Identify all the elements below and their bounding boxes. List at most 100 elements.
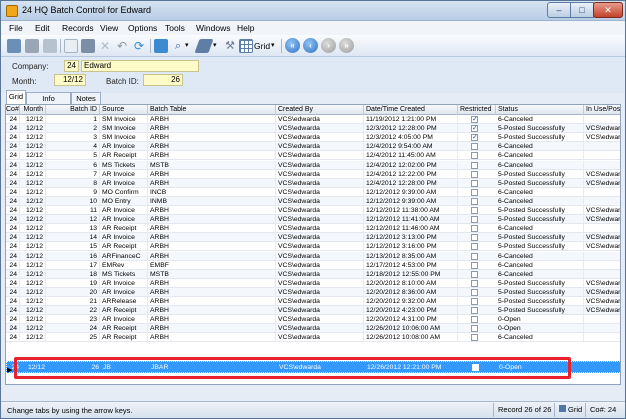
menu-file[interactable]: File xyxy=(9,23,23,33)
undo-icon[interactable]: ↶ xyxy=(115,39,129,53)
table-row[interactable]: 24 12/12 13 AR Receipt ARBH VCS\edwarda 12/12/… xyxy=(6,224,620,234)
table-row[interactable]: 24 12/12 4 AR Invoice ARBH VCS\edwarda 12/4/20… xyxy=(6,142,620,152)
restricted-checkbox[interactable]: ✓ xyxy=(471,134,478,142)
refresh-icon[interactable]: ⟳ xyxy=(132,39,146,53)
menu-windows[interactable]: Windows xyxy=(196,23,230,33)
table-row[interactable]: 24 12/12 18 MS Tickets MSTB VCS\edwarda 12/18/… xyxy=(6,269,620,279)
restricted-checkbox[interactable] xyxy=(471,170,478,178)
column-header-batch-table[interactable]: Batch Table xyxy=(148,105,276,115)
chevron-down-icon[interactable]: ▾ xyxy=(185,39,193,53)
next-record-button[interactable]: › xyxy=(321,38,336,53)
table-row[interactable]: 24 12/12 9 MO Confirm INCB VCS\edwarda 12/12/2… xyxy=(6,187,620,197)
table-row[interactable]: 24 12/12 25 AR Receipt ARBH VCS\edwarda 12/26/… xyxy=(6,333,620,343)
restricted-checkbox[interactable] xyxy=(471,161,478,169)
restricted-checkbox[interactable] xyxy=(471,316,478,324)
column-header-source[interactable]: Source xyxy=(100,105,148,115)
table-row[interactable]: 24 12/12 17 EMRev EMBF VCS\edwarda 12/17/2012 … xyxy=(6,260,620,270)
table-row[interactable]: 24 12/12 8 AR Invoice ARBH VCS\edwarda 12/4/20… xyxy=(6,178,620,188)
binoculars-icon[interactable] xyxy=(25,39,39,53)
restricted-checkbox[interactable] xyxy=(471,188,478,196)
table-row[interactable]: 24 12/12 6 MS Tickets MSTB VCS\edwarda 12/4/20… xyxy=(6,160,620,170)
restricted-checkbox[interactable] xyxy=(471,288,478,296)
attachment-icon[interactable]: ⌕ xyxy=(171,39,185,53)
column-header-date-created[interactable]: Date/Time Created xyxy=(364,105,458,115)
restricted-checkbox[interactable] xyxy=(471,252,478,260)
chevron-down-icon[interactable]: ▾ xyxy=(271,39,279,53)
menu-records[interactable]: Records xyxy=(62,23,94,33)
restricted-checkbox[interactable] xyxy=(471,179,478,187)
exit-icon[interactable] xyxy=(7,39,21,53)
table-row[interactable]: 24 12/12 23 AR Invoice ARBH VCS\edwarda 12/20/… xyxy=(6,315,620,325)
restricted-checkbox[interactable] xyxy=(471,325,478,333)
cell-date-created: 11/19/2012 1:21:00 PM xyxy=(364,115,458,124)
grid-view-label[interactable]: Grid xyxy=(254,41,270,51)
restricted-checkbox[interactable] xyxy=(471,143,478,151)
print-icon[interactable] xyxy=(43,39,57,53)
column-header-co[interactable]: Co# xyxy=(6,105,20,115)
table-row[interactable]: 24 12/12 3 SM Invoice ARBH VCS\edwarda 12/3/20… xyxy=(6,133,620,143)
table-row[interactable]: 24 12/12 22 AR Receipt ARBH VCS\edwarda 12/20/… xyxy=(6,306,620,316)
table-row[interactable]: 24 12/12 11 AR Invoice ARBH VCS\edwarda 12/12/… xyxy=(6,206,620,216)
menu-edit[interactable]: Edit xyxy=(35,23,50,33)
table-row[interactable]: 24 12/12 21 ARRelease ARBH VCS\edwarda 12/20/2… xyxy=(6,297,620,307)
cell-source: AR Receipt xyxy=(100,242,148,252)
tab-grid[interactable]: Grid xyxy=(6,90,26,105)
menu-tools[interactable]: Tools xyxy=(165,23,185,33)
restricted-checkbox[interactable] xyxy=(471,334,478,342)
table-row[interactable]: 24 12/12 12 AR Invoice ARBH VCS\edwarda 12/12/… xyxy=(6,215,620,225)
table-row[interactable]: 24 12/12 7 AR Invoice ARBH VCS\edwarda 12/4/20… xyxy=(6,169,620,179)
batch-grid[interactable]: Co# Month Batch ID Source Batch Table Created… xyxy=(5,104,621,385)
restricted-checkbox[interactable]: ✓ xyxy=(471,125,478,133)
filter-icon[interactable] xyxy=(194,39,214,53)
restricted-checkbox[interactable] xyxy=(471,298,478,305)
grid-view-icon[interactable] xyxy=(239,39,253,53)
column-header-status[interactable]: Status xyxy=(496,105,584,115)
restricted-checkbox[interactable] xyxy=(471,243,478,251)
table-row[interactable]: 24 12/12 2 SM Invoice ARBH VCS\edwarda 12/3/20… xyxy=(6,124,620,134)
table-row[interactable]: 24 12/12 10 MO Entry INMB VCS\edwarda 12/12/20… xyxy=(6,196,620,206)
month-field[interactable]: 12/12 xyxy=(54,74,86,86)
chevron-down-icon[interactable]: ▾ xyxy=(213,39,221,53)
restricted-checkbox[interactable] xyxy=(471,234,478,242)
menu-help[interactable]: Help xyxy=(237,23,254,33)
previous-record-button[interactable]: ‹ xyxy=(303,38,318,53)
close-button[interactable]: ✕ xyxy=(593,2,623,18)
restricted-checkbox[interactable] xyxy=(471,207,478,214)
batch-id-field[interactable]: 26 xyxy=(143,74,183,86)
maximize-button[interactable]: □ xyxy=(570,2,594,18)
restricted-checkbox[interactable] xyxy=(471,270,478,278)
first-record-button[interactable]: « xyxy=(285,38,300,53)
table-row[interactable]: 24 12/12 16 ARFinanceC ARBH VCS\edwarda 12/13/… xyxy=(6,251,620,261)
notes-icon[interactable] xyxy=(154,39,168,53)
restricted-checkbox[interactable] xyxy=(471,216,478,224)
cell-batch-table: ARBH xyxy=(148,315,276,325)
table-row[interactable]: 24 12/12 15 AR Receipt ARBH VCS\edwarda 12/12/… xyxy=(6,242,620,252)
restricted-checkbox[interactable] xyxy=(471,261,478,269)
table-row[interactable]: 24 12/12 20 AR Invoice ARBH VCS\edwarda 12/20/… xyxy=(6,287,620,297)
last-record-button[interactable]: » xyxy=(339,38,354,53)
restricted-checkbox[interactable]: ✓ xyxy=(471,116,478,123)
column-header-batch-id[interactable]: Batch ID xyxy=(46,105,100,115)
restricted-checkbox[interactable] xyxy=(471,279,478,287)
company-field[interactable]: 24 xyxy=(64,60,79,72)
table-row[interactable]: 24 12/12 5 AR Receipt ARBH VCS\edwarda 12/4/20… xyxy=(6,151,620,161)
column-header-restricted[interactable]: Restricted xyxy=(458,105,496,115)
table-row[interactable]: 24 12/12 1 SM Invoice ARBH VCS\edwarda 11/19/2… xyxy=(6,115,620,125)
table-row[interactable]: 24 12/12 14 AR Invoice ARBH VCS\edwarda 12/12/… xyxy=(6,233,620,243)
table-row[interactable]: 24 12/12 24 AR Receipt ARBH VCS\edwarda 12/26/… xyxy=(6,324,620,334)
restricted-checkbox[interactable] xyxy=(471,225,478,233)
delete-icon[interactable]: ✕ xyxy=(98,39,112,53)
wrench-icon[interactable]: ⚒ xyxy=(223,39,237,53)
restricted-checkbox[interactable] xyxy=(471,307,478,315)
menu-view[interactable]: View xyxy=(100,23,118,33)
new-record-icon[interactable] xyxy=(64,39,78,53)
restricted-checkbox[interactable] xyxy=(471,197,478,205)
table-row[interactable]: 24 12/12 19 AR Invoice ARBH VCS\edwarda 12/20/… xyxy=(6,278,620,288)
column-header-month[interactable]: Month xyxy=(20,105,46,115)
column-header-in-use[interactable]: In Use/Pos xyxy=(584,105,620,115)
menu-options[interactable]: Options xyxy=(128,23,157,33)
column-header-created-by[interactable]: Created By xyxy=(276,105,364,115)
save-icon[interactable] xyxy=(81,39,95,53)
minimize-button[interactable]: – xyxy=(547,2,571,18)
restricted-checkbox[interactable] xyxy=(471,152,478,160)
